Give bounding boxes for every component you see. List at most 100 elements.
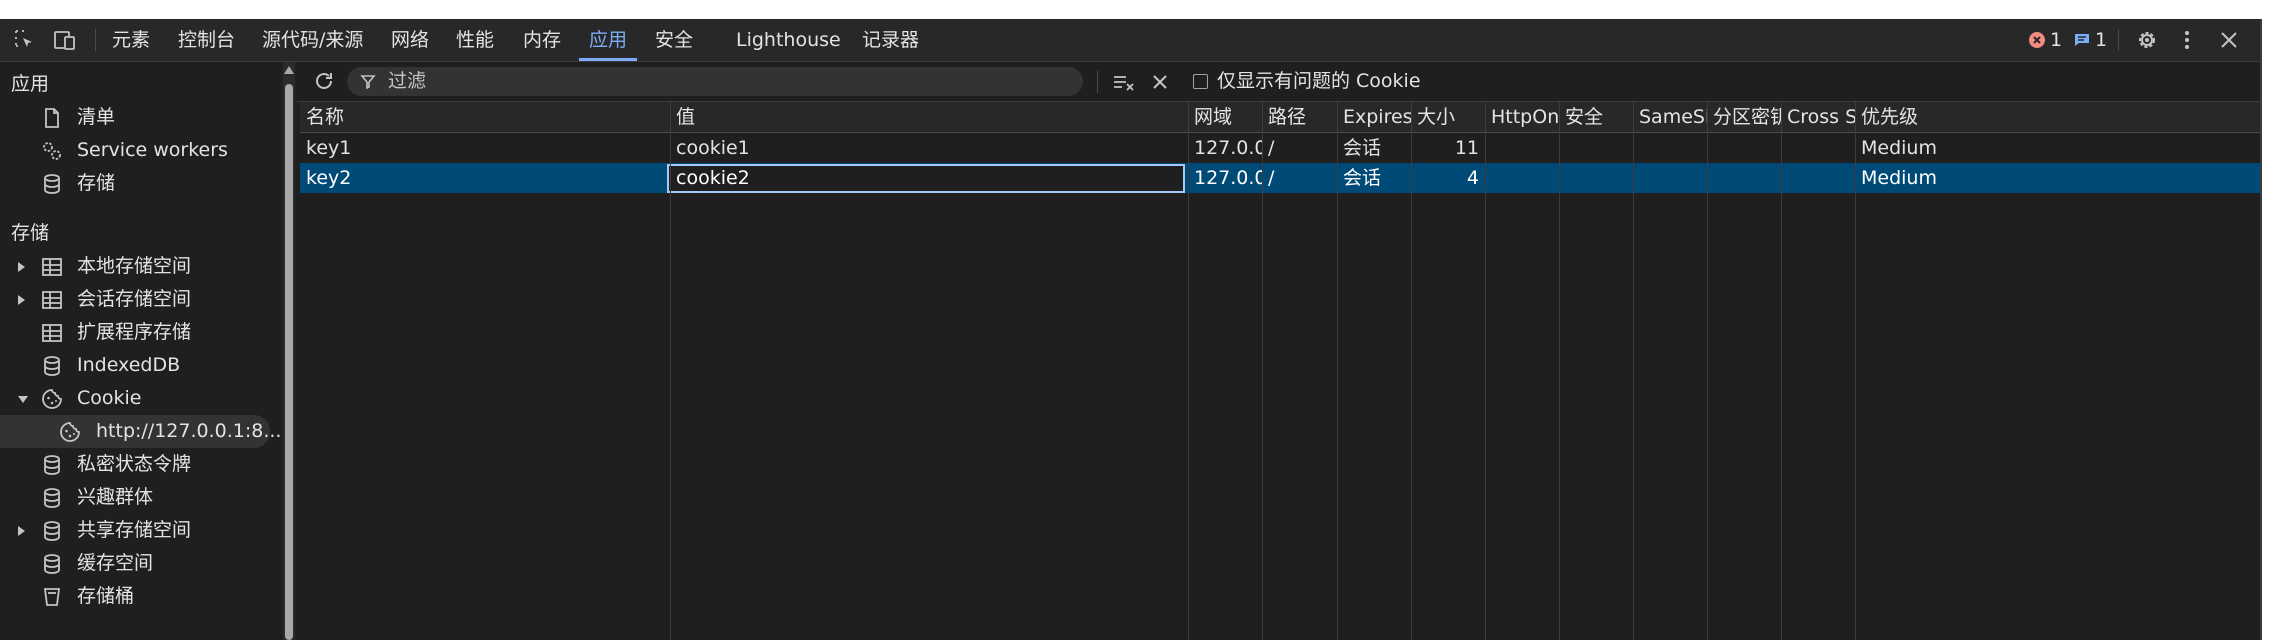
inspect-element-icon[interactable] [10,25,40,55]
sidebar-item-label: 清单 [77,106,116,128]
cell-priority[interactable]: Medium [1855,133,2260,163]
scrollbar-thumb[interactable] [285,84,293,640]
header-col-cross-site[interactable]: Cross Site [1781,102,1855,132]
sidebar-heading-application: 应用 [11,73,50,95]
cell-value[interactable]: cookie1 [670,133,1188,163]
sidebar-item-service-workers[interactable]: Service workers [0,134,270,167]
sidebar-item-manifest[interactable]: 清单 [0,101,270,134]
tab-console[interactable]: 控制台 [178,19,235,61]
clear-filtered-icon[interactable] [1109,67,1139,97]
header-col-value[interactable]: 值 [670,102,1188,132]
sidebar-item-storage-overview[interactable]: 存储 [0,167,270,200]
expand-arrow-icon[interactable] [18,526,25,536]
cookie-icon [42,389,62,409]
sidebar-item-local-storage[interactable]: 本地存储空间 [0,250,270,283]
sidebar-heading-storage: 存储 [11,222,50,244]
tab-sources[interactable]: 源代码/来源 [262,19,363,61]
cell-path[interactable]: / [1262,163,1337,193]
database-icon [44,554,60,574]
cell-value[interactable]: cookie2 [670,163,1188,193]
cell-httponly[interactable] [1485,133,1559,163]
message-counter[interactable]: 1 [2073,19,2107,61]
sidebar-item-session-storage[interactable]: 会话存储空间 [0,283,270,316]
file-icon [45,108,59,128]
sidebar-item-private-state-tokens[interactable]: 私密状态令牌 [0,448,270,481]
cell-name[interactable]: key2 [300,163,670,193]
database-icon [44,521,60,541]
header-col-path[interactable]: 路径 [1262,102,1337,132]
error-counter[interactable]: 1 [2028,19,2062,61]
sidebar-item-label: 存储 [77,172,116,194]
scroll-up-arrow-icon[interactable] [284,66,294,74]
header-col-name[interactable]: 名称 [300,102,670,132]
sidebar-scrollbar[interactable] [283,62,295,640]
sidebar-item-cache-storage[interactable]: 缓存空间 [0,547,270,580]
tab-network[interactable]: 网络 [391,19,429,61]
application-sidebar: 应用 清单 Service workers 存储 存储 本地存储空间 会话存储空… [0,62,281,640]
sidebar-item-cookie-origin[interactable]: http://127.0.0.1:8... [0,415,281,448]
filter-placeholder: 过滤 [388,70,427,92]
tab-security[interactable]: 安全 [655,19,693,61]
cell-path[interactable]: / [1262,133,1337,163]
header-col-expires[interactable]: Expires /... [1337,102,1411,132]
sidebar-item-label: Service workers [77,139,228,161]
cell-cross-site[interactable] [1781,133,1855,163]
header-col-httponly[interactable]: HttpOnly [1485,102,1559,132]
cell-size[interactable]: 11 [1411,133,1485,163]
sidebar-item-interest-groups[interactable]: 兴趣群体 [0,481,270,514]
sidebar-item-label: 会话存储空间 [77,288,192,310]
collapse-arrow-icon[interactable] [18,396,28,403]
cell-cross-site[interactable] [1781,163,1855,193]
only-issues-label: 仅显示有问题的 Cookie [1217,70,1421,92]
cell-secure[interactable] [1559,163,1633,193]
cell-priority[interactable]: Medium [1855,163,2260,193]
cell-expires[interactable]: 会话 [1337,163,1411,193]
sidebar-item-label: 缓存空间 [77,552,154,574]
tab-performance[interactable]: 性能 [456,19,494,61]
cookies-table: 名称值网域路径Expires /...大小HttpOnly安全SameSite分… [300,102,2260,640]
refresh-icon[interactable] [309,66,339,96]
sidebar-item-cookies[interactable]: Cookie [0,382,270,415]
cell-partition-key[interactable] [1707,133,1781,163]
only-issues-checkbox[interactable] [1193,74,1208,89]
tab-lighthouse[interactable]: Lighthouse [736,19,841,61]
cell-domain[interactable]: 127.0.0.1 [1188,163,1262,193]
header-col-priority[interactable]: 优先级 [1855,102,2260,132]
header-col-size[interactable]: 大小 [1411,102,1485,132]
gear-icon[interactable] [2132,25,2162,55]
sidebar-item-indexeddb[interactable]: IndexedDB [0,349,270,382]
sidebar-item-label: 私密状态令牌 [77,453,192,475]
cell-httponly[interactable] [1485,163,1559,193]
device-toolbar-icon[interactable] [50,25,80,55]
table-header: 名称值网域路径Expires /...大小HttpOnly安全SameSite分… [300,102,2260,133]
filter-input[interactable]: 过滤 [347,67,1083,96]
header-col-samesite[interactable]: SameSite [1633,102,1707,132]
tab-memory[interactable]: 内存 [523,19,561,61]
database-icon [44,356,60,376]
tab-elements[interactable]: 元素 [112,19,150,61]
sidebar-item-shared-storage[interactable]: 共享存储空间 [0,514,270,547]
cell-name[interactable]: key1 [300,133,670,163]
header-col-partition-key[interactable]: 分区密钥... [1707,102,1781,132]
expand-arrow-icon[interactable] [18,295,25,305]
expand-arrow-icon[interactable] [18,262,25,272]
header-col-secure[interactable]: 安全 [1559,102,1633,132]
cell-samesite[interactable] [1633,133,1707,163]
cell-size[interactable]: 4 [1411,163,1485,193]
tab-application[interactable]: 应用 [578,19,638,61]
delete-selected-icon[interactable] [1145,67,1175,97]
devtools-toolbar: 元素 控制台 源代码/来源 网络 性能 内存 应用 安全 Lighthouse … [0,19,2260,62]
header-col-domain[interactable]: 网域 [1188,102,1262,132]
sidebar-item-extension-storage[interactable]: 扩展程序存储 [0,316,270,349]
cell-partition-key[interactable] [1707,163,1781,193]
tab-recorder[interactable]: 记录器 [862,19,919,61]
sidebar-item-storage-buckets[interactable]: 存储桶 [0,580,270,613]
cell-samesite[interactable] [1633,163,1707,193]
sidebar-item-label: Cookie [77,387,142,409]
cell-domain[interactable]: 127.0.0.1 [1188,133,1262,163]
cell-expires[interactable]: 会话 [1337,133,1411,163]
more-options-icon[interactable] [2172,25,2202,55]
table-icon [42,258,62,276]
cell-secure[interactable] [1559,133,1633,163]
close-icon[interactable] [2214,25,2244,55]
